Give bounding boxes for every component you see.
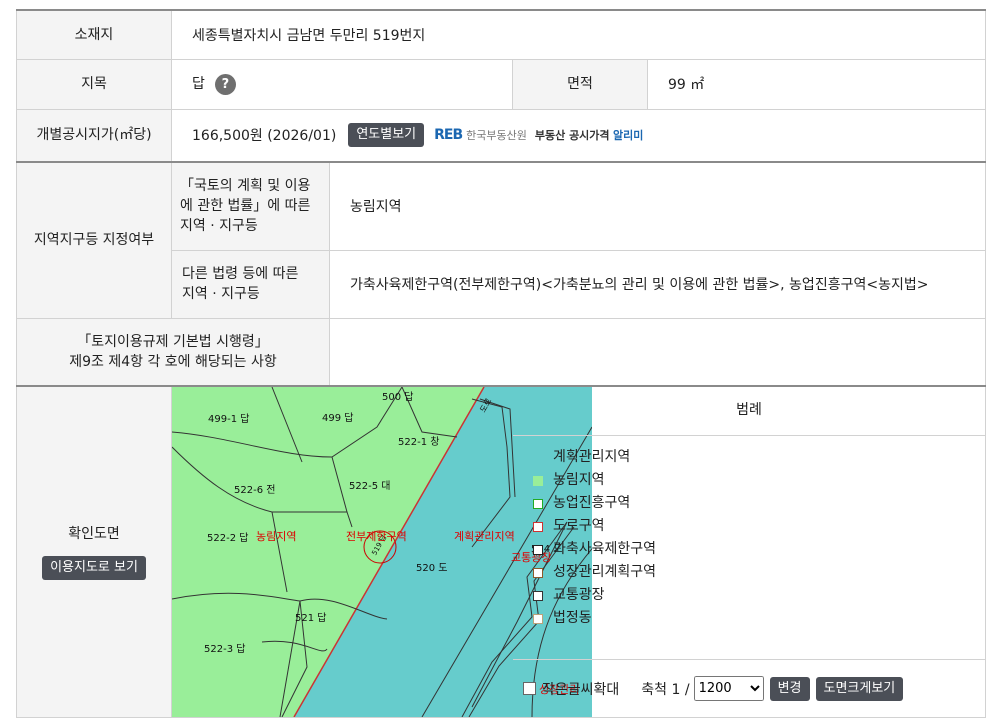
zone-label-full-restriction: 전부제한구역 <box>346 530 407 543</box>
view-usage-map-button[interactable]: 이용지도로 보기 <box>42 556 146 580</box>
jimok-label: 지목 <box>16 58 172 110</box>
reb-service-name: 부동산 공시가격 <box>534 129 610 143</box>
map-label-520: 520 도 <box>416 563 447 574</box>
zone-other-law-value: 가축사육제한구역(전부제한구역)<가축분뇨의 관리 및 이용에 관한 법률>, … <box>328 249 987 319</box>
jimok-cell: 답? <box>171 58 513 110</box>
reb-logo-link[interactable]: REB 한국부동산원 부동산 공시가격 알리미 <box>434 127 643 143</box>
map-cell: 499-1 답 499 답 500 답 522-1 창 522-6 전 522-… <box>171 385 592 718</box>
small-text-label: 작은글씨확대 <box>542 681 620 698</box>
legend-item: 계획관리지역 <box>533 446 985 469</box>
legend-item: 법정동 <box>533 607 985 630</box>
price-cell: 166,500원 (2026/01) 연도별보기 REB 한국부동산원 부동산 공… <box>170 108 987 163</box>
price-value: 166,500원 (2026/01) <box>192 128 337 145</box>
scale-select[interactable]: 1200 <box>693 676 764 701</box>
zone-label: 지역지구등 지정여부 <box>16 161 172 319</box>
zone-label-planned-mgmt: 계획관리지역 <box>454 530 515 543</box>
legend-item-label: 농업진흥구역 <box>553 495 631 511</box>
legend-item-label: 성장관리계획구역 <box>553 564 657 580</box>
jimok-value: 답 <box>192 76 205 93</box>
yearly-view-button[interactable]: 연도별보기 <box>348 123 425 148</box>
legend-swatch-icon <box>533 544 543 555</box>
map-label-500: 500 답 <box>382 391 413 403</box>
map-label-cell: 확인도면 이용지도로 보기 <box>16 385 172 718</box>
map-label-521: 521 답 <box>295 612 326 624</box>
legend-panel: 범례 계획관리지역농림지역농업진흥구역도로구역가축사육제한구역성장관리계획구역교… <box>513 387 986 717</box>
legend-item-label: 농림지역 <box>553 472 605 488</box>
reb-name: 한국부동산원 <box>466 129 527 143</box>
legend-swatch-icon <box>533 613 543 624</box>
reb-service-suffix: 알리미 <box>613 129 644 143</box>
legend-cell: 범례 계획관리지역농림지역농업진흥구역도로구역가축사육제한구역성장관리계획구역교… <box>511 385 987 718</box>
zone-national-law-value: 농림지역 <box>328 161 987 251</box>
zone-label-nongrim: 농림지역 <box>256 530 296 543</box>
map-controls: 작은글씨확대 축척 1 / 1200 변경 도면크게보기 <box>513 659 986 717</box>
legend-list: 계획관리지역농림지역농업진흥구역도로구역가축사육제한구역성장관리계획구역교통광장… <box>513 436 985 630</box>
regulation-value <box>328 317 987 387</box>
legend-item-label: 법정동 <box>553 610 592 626</box>
map-label-5223: 522-3 답 <box>204 643 245 655</box>
legend-swatch-icon <box>533 590 543 601</box>
regulation-label: 「토지이용규제 기본법 시행령」 제9조 제4항 각 호에 해당되는 사항 <box>16 317 330 387</box>
map-label: 확인도면 <box>68 526 120 542</box>
location-label: 소재지 <box>16 9 172 60</box>
legend-item: 도로구역 <box>533 515 985 538</box>
legend-swatch-icon <box>533 567 543 578</box>
scale-label: 축척 1 / <box>641 681 690 698</box>
area-value: 99 ㎡ <box>646 58 987 110</box>
small-text-checkbox[interactable] <box>523 682 536 695</box>
legend-item: 농림지역 <box>533 469 985 492</box>
legend-title: 범례 <box>513 387 986 436</box>
legend-item: 농업진흥구역 <box>533 492 985 515</box>
map-label-5226: 522-6 전 <box>234 484 275 496</box>
land-info-table: 소재지 세종특별자치시 금남면 두만리 519번지 지목 답? 면적 99 ㎡ … <box>16 9 987 718</box>
legend-swatch-icon <box>533 452 543 463</box>
help-icon[interactable]: ? <box>214 73 236 95</box>
reb-logo-icon: REB <box>434 127 463 144</box>
map-label-4991: 499-1 답 <box>208 413 249 425</box>
legend-item: 교통광장 <box>533 584 985 607</box>
map-label-5221: 522-1 창 <box>398 436 439 448</box>
enlarge-map-button[interactable]: 도면크게보기 <box>815 676 904 701</box>
legend-item: 가축사육제한구역 <box>533 538 985 561</box>
map-label-5225: 522-5 대 <box>349 480 390 492</box>
legend-swatch-icon <box>533 498 543 509</box>
legend-item-label: 교통광장 <box>553 587 605 603</box>
zone-national-law-label: 「국토의 계획 및 이용 에 관한 법률」에 따른 지역 · 지구등 <box>171 161 330 251</box>
change-scale-button[interactable]: 변경 <box>769 676 810 701</box>
area-label: 면적 <box>512 58 648 110</box>
legend-item-label: 계획관리지역 <box>553 449 631 465</box>
location-value: 세종특별자치시 금남면 두만리 519번지 <box>170 9 987 60</box>
legend-item: 성장관리계획구역 <box>533 561 985 584</box>
map-label-499: 499 답 <box>322 412 353 424</box>
legend-item-label: 가축사육제한구역 <box>553 541 657 557</box>
price-label: 개별공시지가(㎡당) <box>16 108 172 163</box>
legend-swatch-icon <box>533 475 543 486</box>
legend-swatch-icon <box>533 521 543 532</box>
land-info-panel: 소재지 세종특별자치시 금남면 두만리 519번지 지목 답? 면적 99 ㎡ … <box>16 9 987 718</box>
map-label-5222: 522-2 답 <box>207 532 248 544</box>
legend-item-label: 도로구역 <box>553 518 605 534</box>
zone-other-law-label: 다른 법령 등에 따른 지역 · 지구등 <box>171 249 330 319</box>
